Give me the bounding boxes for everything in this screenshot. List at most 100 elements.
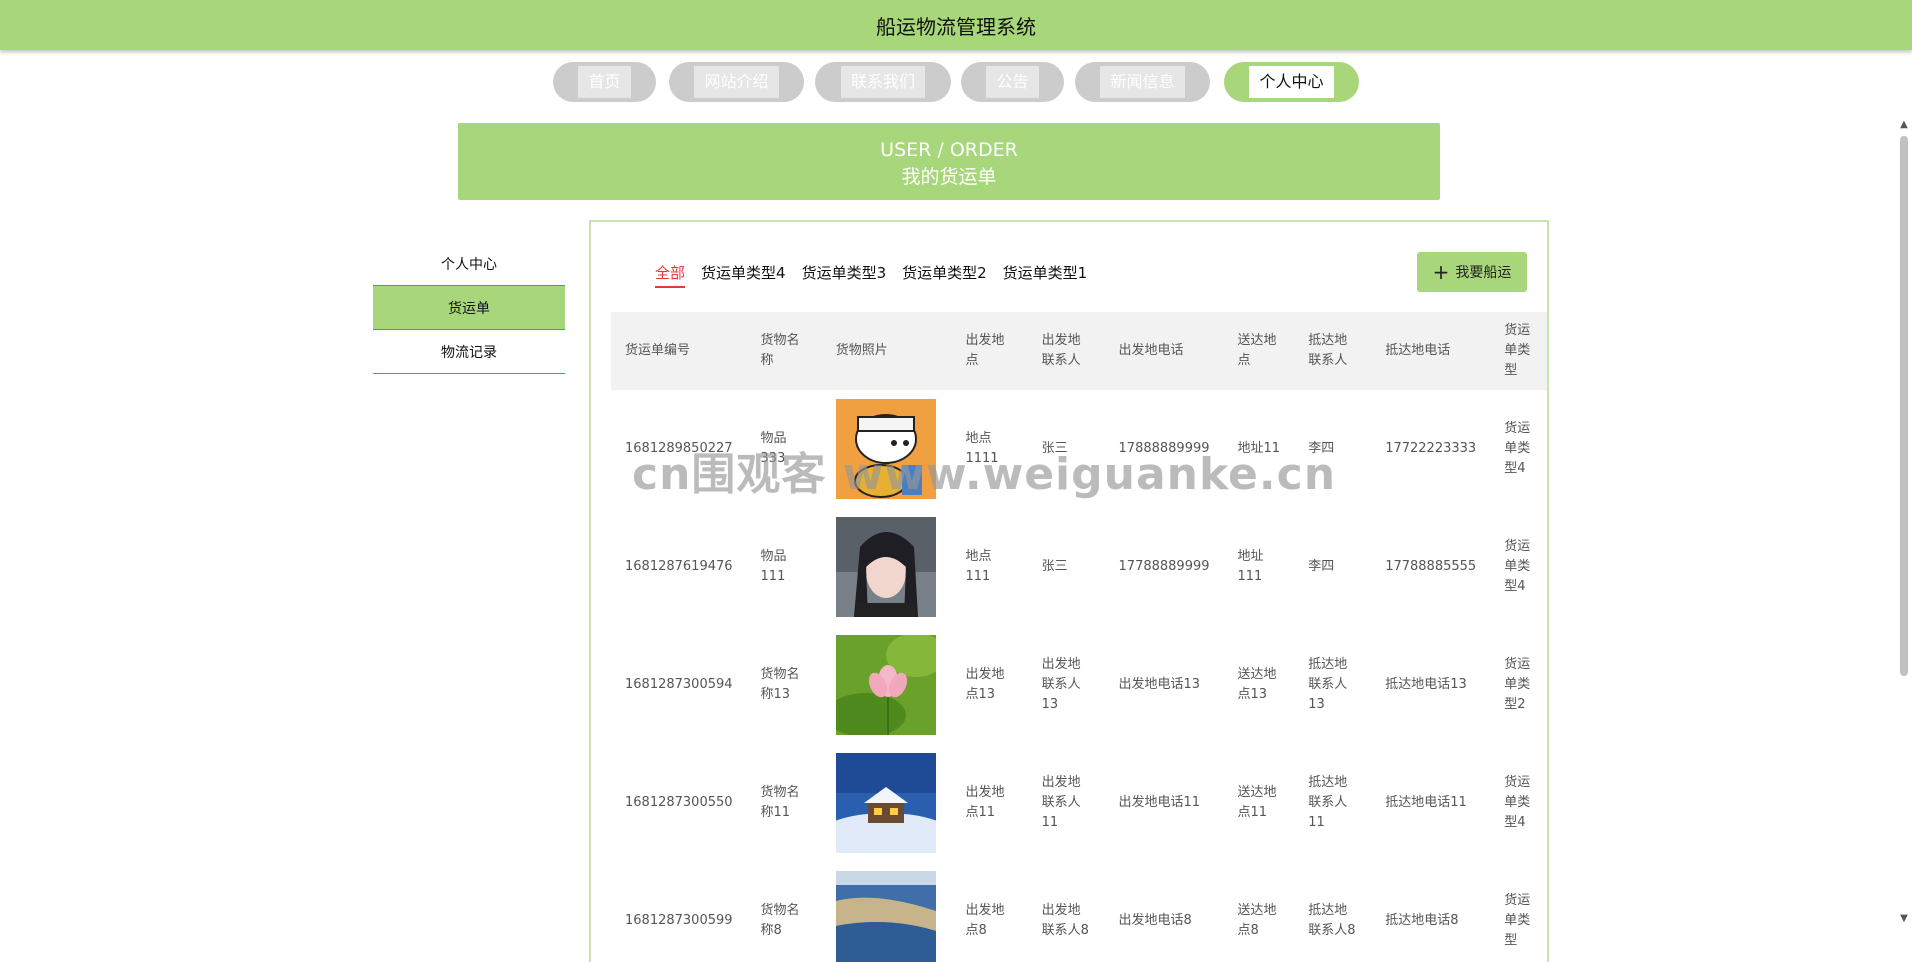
cell-to: 送达地点11 — [1237, 785, 1277, 820]
nav-news-label: 新闻信息 — [1100, 66, 1185, 98]
col-header-type: 货运单类型 — [1504, 323, 1531, 378]
tab-type3[interactable]: 货运单类型3 — [802, 262, 887, 288]
sidebar-item-label: 个人中心 — [441, 256, 497, 273]
portrait-image — [835, 517, 936, 617]
cell-from-contact: 出发地联系人13 — [1041, 657, 1081, 712]
nav-contact[interactable]: 联系我们 — [815, 62, 951, 102]
cell-to-phone: 抵达地电话11 — [1385, 795, 1467, 810]
col-header-to-phone: 抵达地电话 — [1385, 343, 1451, 358]
cell-to-contact: 抵达地联系人8 — [1308, 903, 1356, 938]
app-title: 船运物流管理系统 — [876, 14, 1036, 39]
sidebar-item-label: 物流记录 — [441, 344, 497, 361]
sidebar-item-orders[interactable]: 货运单 — [373, 286, 565, 330]
nav-news[interactable]: 新闻信息 — [1075, 62, 1210, 102]
scrollbar-thumb[interactable] — [1900, 136, 1908, 676]
page-scrollbar[interactable]: ▲ ▼ — [1896, 120, 1912, 962]
col-header-from: 出发地点 — [965, 333, 1005, 368]
cell-to: 地址111 — [1237, 549, 1264, 584]
sidebar-item-label: 货运单 — [448, 300, 490, 317]
nav-user-center[interactable]: 个人中心 — [1224, 62, 1359, 102]
col-header-to-contact: 抵达地联系人 — [1308, 333, 1348, 368]
col-header-photo: 货物照片 — [835, 343, 888, 358]
col-header-from-contact: 出发地联系人 — [1041, 333, 1081, 368]
col-header-name: 货物名称 — [760, 333, 800, 368]
col-header-from-phone: 出发地电话 — [1118, 343, 1184, 358]
lotus-image — [835, 635, 936, 735]
app-header: 船运物流管理系统 — [0, 0, 1912, 50]
tab-all[interactable]: 全部 — [655, 262, 686, 288]
nav-about-label: 网站介绍 — [694, 66, 779, 98]
nav-notice-label: 公告 — [986, 66, 1039, 98]
cell-type: 货运单类型2 — [1504, 657, 1531, 712]
watermark: cn围观客 www.weiguanke.cn — [632, 449, 1337, 500]
cell-to-phone: 17788885555 — [1385, 559, 1477, 574]
col-header-id: 货运单编号 — [625, 343, 691, 358]
cell-type: 货运单类型4 — [1504, 539, 1531, 594]
cell-to: 送达地点13 — [1237, 667, 1277, 702]
cell-id: 1681287300550 — [625, 795, 733, 810]
cell-from-contact: 出发地联系人11 — [1041, 775, 1081, 830]
cell-type: 货运单类型 — [1504, 893, 1531, 948]
scroll-down-icon[interactable]: ▼ — [1899, 914, 1909, 924]
plus-icon: + — [1432, 260, 1450, 284]
tab-type2[interactable]: 货运单类型2 — [902, 262, 987, 288]
page-banner: USER / ORDER 我的货运单 — [458, 123, 1440, 200]
table-row[interactable]: 1681287300599 货物名称8 出发地点8 出发地联系人8 出发地电话8… — [611, 862, 1547, 962]
cell-id: 1681287619476 — [625, 559, 733, 574]
cell-to-phone: 17722223333 — [1385, 441, 1477, 456]
ship-button-label: 我要船运 — [1455, 265, 1512, 281]
table-header-row: 货运单编号 货物名称 货物照片 出发地点 出发地联系人 出发地电话 送达地点 抵… — [611, 312, 1547, 390]
cell-name: 货物名称11 — [760, 785, 800, 820]
nav-notice[interactable]: 公告 — [961, 62, 1064, 102]
nav-contact-label: 联系我们 — [840, 66, 925, 98]
nav-user-center-label: 个人中心 — [1249, 66, 1334, 98]
sidebar-item-logistics[interactable]: 物流记录 — [373, 330, 565, 374]
cell-photo — [822, 626, 952, 744]
tab-type4[interactable]: 货运单类型4 — [701, 262, 786, 288]
nav-about[interactable]: 网站介绍 — [669, 62, 804, 102]
table-row[interactable]: 1681287619476 物品111 地点111 张三 17788889999… — [611, 508, 1547, 626]
banner-en-title: USER / ORDER — [880, 139, 1018, 161]
cell-id: 1681287300594 — [625, 677, 733, 692]
cell-to-phone: 抵达地电话13 — [1385, 677, 1467, 692]
col-header-to: 送达地点 — [1237, 333, 1277, 368]
order-type-tabs: 全部 货运单类型4 货运单类型3 货运单类型2 货运单类型1 — [655, 262, 1087, 288]
ship-button[interactable]: + 我要船运 — [1417, 252, 1527, 292]
main-nav: 首页 网站介绍 联系我们 公告 新闻信息 个人中心 — [0, 62, 1912, 102]
cell-photo — [822, 744, 952, 862]
cell-to: 送达地点8 — [1237, 903, 1277, 938]
cell-from-phone: 出发地电话11 — [1118, 795, 1201, 810]
table-row[interactable]: 1681287300594 货物名称13 出发地点13 出发地联系人13 出发地… — [611, 626, 1547, 744]
cell-type: 货运单类型4 — [1504, 775, 1531, 830]
cell-to-contact: 抵达地联系人11 — [1308, 775, 1348, 830]
cell-from: 出发地点8 — [965, 903, 1005, 938]
cell-name: 物品111 — [760, 549, 787, 584]
table-row[interactable]: 1681287300550 货物名称11 出发地点11 出发地联系人11 出发地… — [611, 744, 1547, 862]
cell-name: 货物名称8 — [760, 903, 800, 938]
scroll-up-icon[interactable]: ▲ — [1899, 120, 1909, 130]
cell-from: 出发地点13 — [965, 667, 1005, 702]
cell-to-phone: 抵达地电话8 — [1385, 913, 1459, 928]
nav-home[interactable]: 首页 — [553, 62, 656, 102]
sidebar: 个人中心 货运单 物流记录 — [348, 220, 588, 962]
cell-from-phone: 17788889999 — [1118, 559, 1210, 574]
order-table: 货运单编号 货物名称 货物照片 出发地点 出发地联系人 出发地电话 送达地点 抵… — [611, 312, 1547, 962]
order-panel: 全部 货运单类型4 货运单类型3 货运单类型2 货运单类型1 + 我要船运 货运… — [589, 220, 1549, 962]
cell-id: 1681287300599 — [625, 913, 733, 928]
cell-from-contact: 出发地联系人8 — [1041, 903, 1089, 938]
cell-from-contact: 张三 — [1041, 559, 1068, 574]
sidebar-item-user-center[interactable]: 个人中心 — [373, 242, 565, 286]
nav-home-label: 首页 — [578, 66, 631, 98]
cell-from-phone: 出发地电话8 — [1118, 913, 1192, 928]
cell-photo — [822, 508, 952, 626]
cell-from-phone: 出发地电话13 — [1118, 677, 1201, 692]
snow-cabin-image — [835, 753, 936, 853]
cell-type: 货运单类型4 — [1504, 421, 1531, 476]
banner-cn-title: 我的货运单 — [901, 166, 997, 188]
coast-image — [835, 871, 936, 962]
cell-to-contact: 抵达地联系人13 — [1308, 657, 1348, 712]
cell-from: 出发地点11 — [965, 785, 1005, 820]
tab-type1[interactable]: 货运单类型1 — [1003, 262, 1088, 288]
cell-from: 地点111 — [965, 549, 992, 584]
cell-photo — [822, 862, 952, 962]
